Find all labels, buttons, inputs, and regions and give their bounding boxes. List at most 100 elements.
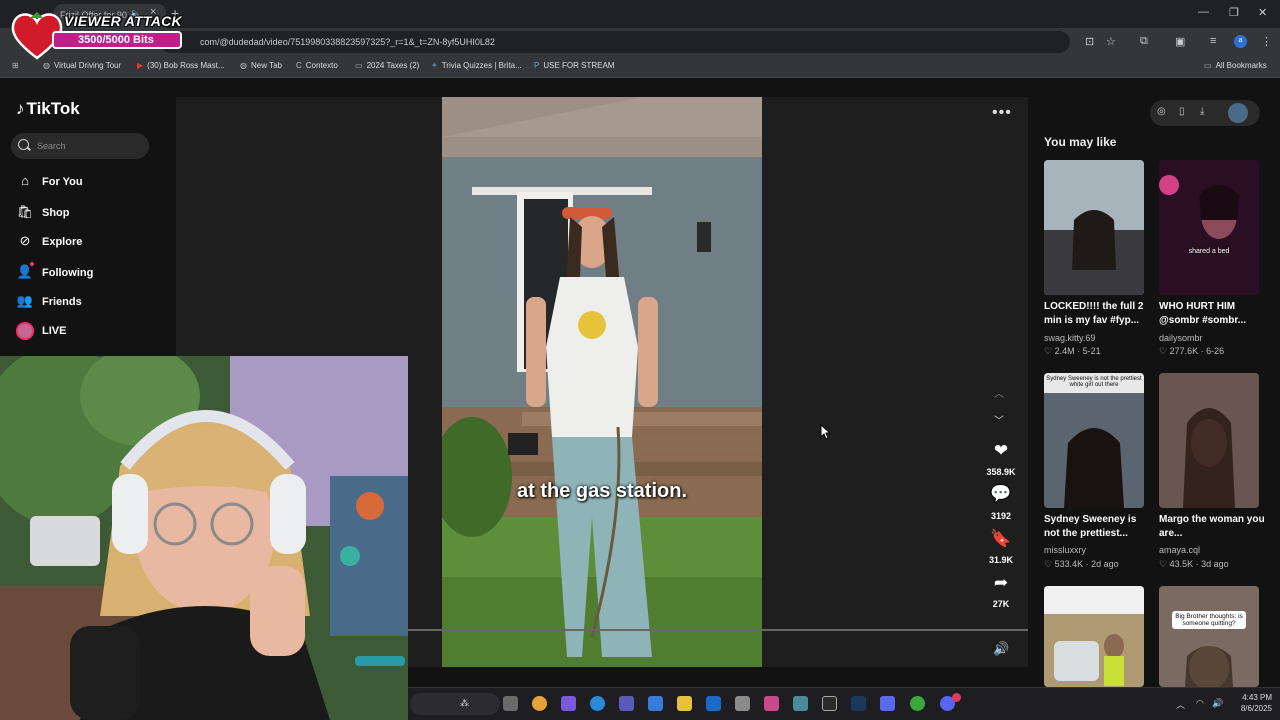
video-frame [442,97,762,667]
restore-icon[interactable]: ❐ [1229,6,1239,19]
tray-chevron-icon[interactable]: ︿ [1176,698,1185,711]
user-avatar[interactable] [1228,103,1248,123]
bookmark-icon[interactable]: 🔖 [990,529,1012,549]
shop-icon: 🛍 [16,204,34,219]
device-icon[interactable]: ▯ [1179,106,1185,117]
thumbnail-caption: shared a bed [1188,248,1230,255]
chevron-up-icon[interactable]: ︿ [994,385,1004,400]
install-icon[interactable]: ⊡ [1085,35,1094,48]
calculator-icon[interactable] [735,696,750,711]
chevron-down-icon[interactable]: ﹀ [994,412,1004,427]
browser-tab-bar [0,0,1280,28]
video-thumbnail[interactable] [1159,586,1259,687]
bookmark-star-icon[interactable]: ☆ [1106,35,1116,48]
system-clock[interactable]: 4:43 PM 8/6/2025 [1228,692,1272,714]
sidebar-item-explore[interactable]: ⊘ Explore [16,233,83,249]
video-progress-bar[interactable] [408,629,1028,631]
search-input[interactable]: Search [11,133,149,159]
save-count: 31.9K [988,555,1014,565]
card-stats: ♡ 2.4M · 5-21 [1044,346,1101,356]
webcam-feed [0,356,408,720]
thumbnail-image [1159,160,1259,295]
apps-icon[interactable]: ⊞ [12,61,23,70]
capcut-icon[interactable] [822,696,837,711]
steam-icon[interactable] [851,696,866,711]
folder-icon: ▭ [355,61,363,70]
like-heart-icon[interactable]: ❤ [990,441,1012,461]
thumbnail-image [1044,373,1144,508]
volume-icon[interactable]: 🔊 [993,641,1009,657]
app-icon[interactable] [793,696,808,711]
bookmark-item[interactable]: ◍ Virtual Driving Tour [43,61,121,70]
app-icon[interactable] [880,696,895,711]
video-thumbnail[interactable] [1044,586,1144,687]
media-icon[interactable]: ≡ [1210,35,1216,47]
youtube-icon: ▶ [137,61,144,70]
copilot-icon[interactable] [561,696,576,711]
tiktok-sidebar [0,80,176,360]
card-author[interactable]: missluxxry [1044,545,1086,555]
bookmark-item[interactable]: ✦ Trivia Quizzes | Brita... [431,61,522,70]
comment-icon[interactable]: 💬 [990,484,1012,504]
office-icon[interactable] [764,696,779,711]
taskbar-search[interactable]: ⁂ [410,693,500,715]
stream-icon: P [534,61,540,70]
share-icon[interactable]: ➦ [990,573,1012,593]
sidebar-item-following[interactable]: 👤 Following [16,264,93,280]
video-player[interactable] [442,97,762,667]
extensions-icon[interactable]: ⧉ [1140,35,1148,48]
bookmark-folder[interactable]: ▭ 2024 Taxes (2) [355,61,419,70]
sidebar-item-for-you[interactable]: ⌂ For You [16,173,82,188]
compass-icon: ⊘ [19,233,31,248]
outlook-icon[interactable] [706,696,721,711]
card-author[interactable]: dailysombr [1159,333,1203,343]
address-bar[interactable]: com/@dudedad/video/7519980338823597325?_… [160,31,1070,53]
bookmark-item[interactable]: ▶ (30) Bob Ross Mast... [137,61,225,70]
sidebar-item-shop[interactable]: 🛍 Shop [16,204,70,220]
teams-icon[interactable] [619,696,634,711]
file-explorer-icon[interactable] [677,696,692,711]
chrome-icon[interactable] [532,696,547,711]
wifi-icon[interactable]: ◠ [1196,698,1204,709]
bookmark-item[interactable]: ◍ New Tab [240,61,282,70]
speaker-icon[interactable]: 🔊 [1212,698,1223,709]
folder-icon: ▭ [1204,61,1212,70]
video-thumbnail[interactable] [1159,160,1259,295]
tiktok-note-icon: ♪ [16,99,25,118]
card-title[interactable]: Sydney Sweeney is not the prettiest... [1044,513,1152,541]
card-title[interactable]: WHO HURT HIM @sombr #sombr... [1159,300,1267,328]
all-bookmarks[interactable]: ▭ All Bookmarks [1204,61,1267,70]
heart-outline-icon: ♡ [1044,559,1055,569]
download-icon[interactable]: ⤓ [1200,106,1204,117]
card-title[interactable]: Margo the woman you are... [1159,513,1267,541]
bookmark-item[interactable]: P USE FOR STREAM [534,61,614,70]
card-author[interactable]: swag.kitty.69 [1044,333,1095,343]
menu-kebab-icon[interactable]: ⋮ [1261,35,1272,48]
split-view-icon[interactable]: ▣ [1175,35,1185,48]
store-icon[interactable] [648,696,663,711]
close-window-icon[interactable]: ✕ [1258,6,1267,19]
britannica-icon: ✦ [431,61,438,70]
heart-outline-icon: ♡ [1044,346,1055,356]
card-author[interactable]: amaya.cql [1159,545,1200,555]
card-title[interactable]: LOCKED!!!! the full 2 min is my fav #fyp… [1044,300,1152,328]
xbox-icon[interactable] [910,696,925,711]
video-thumbnail[interactable] [1044,373,1144,508]
like-count: 358.9K [986,467,1016,477]
more-options-icon[interactable]: ••• [992,104,1012,122]
task-view-icon[interactable] [503,696,518,711]
video-thumbnail[interactable] [1159,373,1259,508]
edge-icon[interactable] [590,696,605,711]
tiktok-logo[interactable]: ♪ TikTok [16,99,80,119]
video-thumbnail[interactable] [1044,160,1144,295]
thumbnail-image [1159,373,1259,508]
bits-progress-bar: 3500/5000 Bits [52,31,182,49]
search-icon [18,139,29,150]
sidebar-item-live[interactable]: LIVE [16,322,66,340]
minimize-icon[interactable]: — [1198,6,1209,18]
profile-avatar[interactable]: a [1234,35,1247,48]
coin-icon[interactable]: ◎ [1157,106,1166,117]
following-icon: 👤 [16,264,34,279]
bookmark-item[interactable]: C Contexto [296,61,338,70]
sidebar-item-friends[interactable]: 👥 Friends [16,293,82,309]
